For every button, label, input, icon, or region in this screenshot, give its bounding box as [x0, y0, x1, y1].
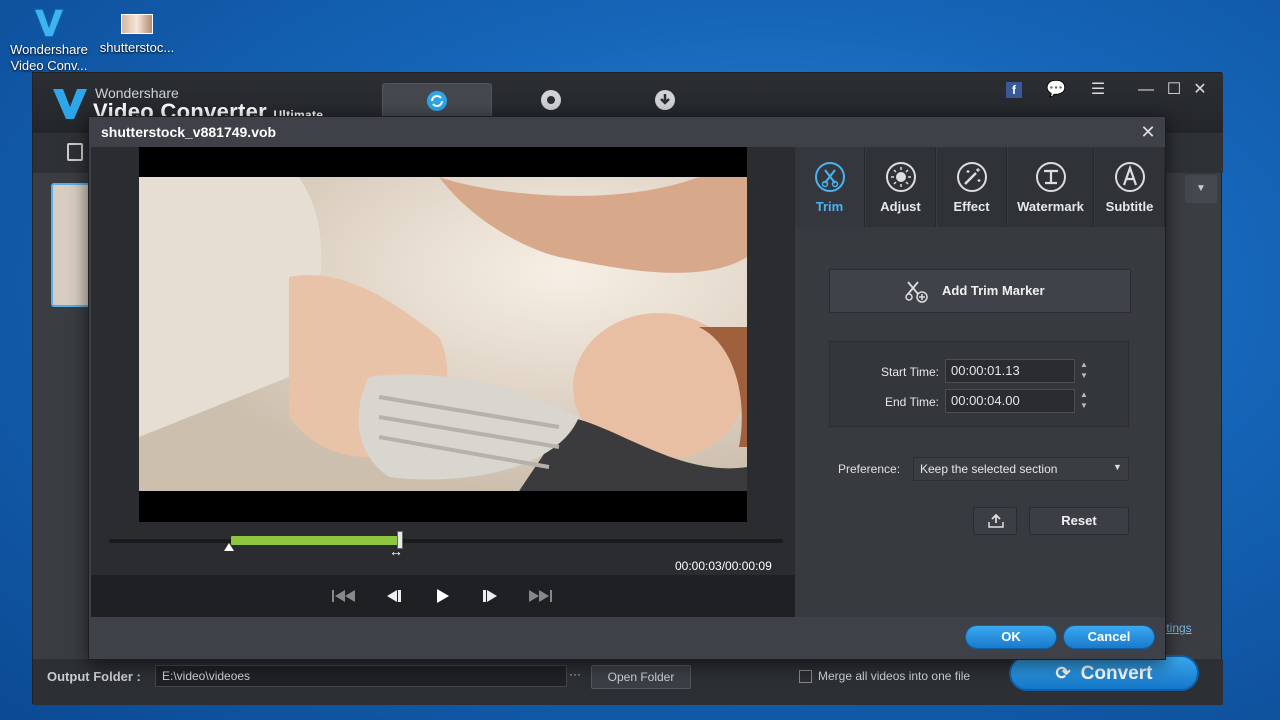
dialog-close-button[interactable]: ✕: [1137, 121, 1159, 143]
format-dropdown[interactable]: ▼: [1185, 175, 1217, 203]
chevron-down-icon: ▼: [1196, 183, 1206, 194]
end-time-label: End Time:: [884, 395, 939, 409]
add-file-icon[interactable]: [67, 143, 83, 161]
app-logo-icon: [51, 87, 89, 126]
open-folder-button[interactable]: Open Folder: [591, 665, 691, 689]
trim-selection-range[interactable]: [231, 536, 399, 545]
minimize-icon: —: [1138, 81, 1154, 98]
convert-icon: ⟳: [1055, 663, 1071, 683]
play-icon: [437, 589, 449, 603]
cancel-button[interactable]: Cancel: [1063, 625, 1155, 649]
close-icon: ✕: [1193, 81, 1207, 98]
close-icon: ✕: [1140, 122, 1156, 142]
end-time-input[interactable]: 00:00:04.00: [945, 389, 1075, 413]
subtitle-icon: [1114, 162, 1145, 192]
tab-adjust-label: Adjust: [880, 199, 921, 214]
trim-time-panel: [829, 341, 1129, 427]
skip-back-icon: [332, 590, 355, 602]
ok-button[interactable]: OK: [965, 625, 1057, 649]
stepper-up-icon: ▲: [1080, 390, 1088, 399]
merge-label: Merge all videos into one file: [818, 669, 971, 683]
chevron-down-icon: ▼: [1113, 462, 1122, 472]
watermark-icon: [1035, 162, 1066, 192]
browse-folder-button[interactable]: ···: [563, 665, 587, 687]
close-button[interactable]: ✕: [1189, 79, 1211, 101]
start-time-stepper[interactable]: ▲ ▼: [1077, 359, 1091, 383]
next-frame-icon: [483, 590, 497, 602]
tab-convert[interactable]: [382, 83, 492, 117]
video-frame-image: [139, 177, 747, 491]
play-button[interactable]: [433, 587, 461, 607]
resize-cursor-icon: ↔: [389, 543, 403, 559]
tab-effect[interactable]: Effect: [937, 147, 1007, 227]
tab-trim-label: Trim: [815, 199, 844, 214]
desktop-icon-label: shutterstoc...: [99, 40, 175, 55]
scissors-icon: [814, 162, 845, 192]
tab-effect-label: Effect: [953, 199, 990, 214]
chat-icon: 💬: [1046, 81, 1066, 98]
tab-adjust[interactable]: Adjust: [866, 147, 936, 227]
tab-subtitle-label: Subtitle: [1105, 199, 1154, 214]
export-button[interactable]: [973, 507, 1017, 535]
preference-label: Preference:: [838, 462, 901, 476]
magic-wand-icon: [956, 162, 987, 192]
stepper-up-icon: ▲: [1080, 360, 1088, 369]
convert-label: Convert: [1080, 663, 1153, 684]
prev-frame-button[interactable]: [383, 587, 411, 607]
brightness-icon: [885, 162, 916, 192]
skip-to-start-button[interactable]: [331, 587, 359, 607]
file-thumbnail[interactable]: [51, 183, 91, 307]
desktop-icon-shutterstock[interactable]: shutterstoc...: [82, 14, 192, 56]
facebook-icon: f: [1006, 82, 1022, 98]
timeline-track[interactable]: [109, 539, 783, 543]
output-folder-label: Output Folder :: [47, 669, 141, 684]
minimize-button[interactable]: —: [1135, 79, 1157, 101]
tab-trim[interactable]: Trim: [795, 147, 865, 227]
reset-button[interactable]: Reset: [1029, 507, 1129, 535]
tab-subtitle[interactable]: Subtitle: [1095, 147, 1165, 227]
preference-select[interactable]: Keep the selected section: [913, 457, 1129, 481]
menu-icon: ☰: [1090, 81, 1106, 98]
feedback-button[interactable]: 💬: [1045, 79, 1067, 101]
edit-side-panel: Trim Adjust Effect Watermark Subtitle Ad…: [795, 147, 1165, 617]
skip-to-end-button[interactable]: [527, 587, 555, 607]
maximize-button[interactable]: ☐: [1163, 79, 1185, 101]
edit-dialog: shutterstock_v881749.vob ✕ ↔ 00:00:03/00…: [88, 116, 1166, 660]
convert-icon: [427, 91, 447, 111]
prev-frame-icon: [387, 590, 401, 602]
burn-disc-icon: [541, 90, 561, 110]
next-frame-button[interactable]: [479, 587, 507, 607]
menu-button[interactable]: ☰: [1087, 79, 1109, 101]
tab-download[interactable]: [617, 83, 717, 117]
export-icon: [988, 514, 1004, 528]
dialog-title: shutterstock_v881749.vob: [101, 124, 277, 140]
tab-watermark[interactable]: Watermark: [1008, 147, 1094, 227]
maximize-icon: ☐: [1166, 81, 1182, 98]
stepper-down-icon: ▼: [1080, 401, 1088, 410]
add-trim-marker-label: Add Trim Marker: [942, 283, 1045, 298]
skip-forward-icon: [529, 590, 552, 602]
output-folder-input[interactable]: E:\video\videoes: [155, 665, 567, 687]
facebook-button[interactable]: f: [1003, 79, 1025, 101]
settings-link[interactable]: ttings: [1163, 621, 1192, 635]
video-frame: [139, 177, 747, 491]
desktop-icon-label: Wondershare Video Conv...: [10, 42, 88, 73]
merge-checkbox[interactable]: [799, 670, 812, 683]
video-player: ↔ 00:00:03/00:00:09: [91, 147, 795, 617]
convert-button[interactable]: ⟳ Convert: [1009, 655, 1199, 691]
start-time-label: Start Time:: [880, 365, 939, 379]
wondershare-v-icon: [31, 6, 67, 40]
start-time-input[interactable]: 00:00:01.13: [945, 359, 1075, 383]
tab-burn[interactable]: [501, 83, 601, 117]
stepper-down-icon: ▼: [1080, 371, 1088, 380]
video-preview: [139, 147, 747, 522]
add-trim-marker-button[interactable]: Add Trim Marker: [829, 269, 1131, 313]
add-marker-scissors-icon: [905, 281, 928, 303]
tab-watermark-label: Watermark: [1017, 199, 1084, 214]
trim-start-handle[interactable]: [224, 543, 234, 551]
time-display: 00:00:03/00:00:09: [675, 559, 772, 573]
end-time-stepper[interactable]: ▲ ▼: [1077, 389, 1091, 413]
download-icon: [655, 90, 675, 110]
image-file-icon: [121, 14, 153, 34]
